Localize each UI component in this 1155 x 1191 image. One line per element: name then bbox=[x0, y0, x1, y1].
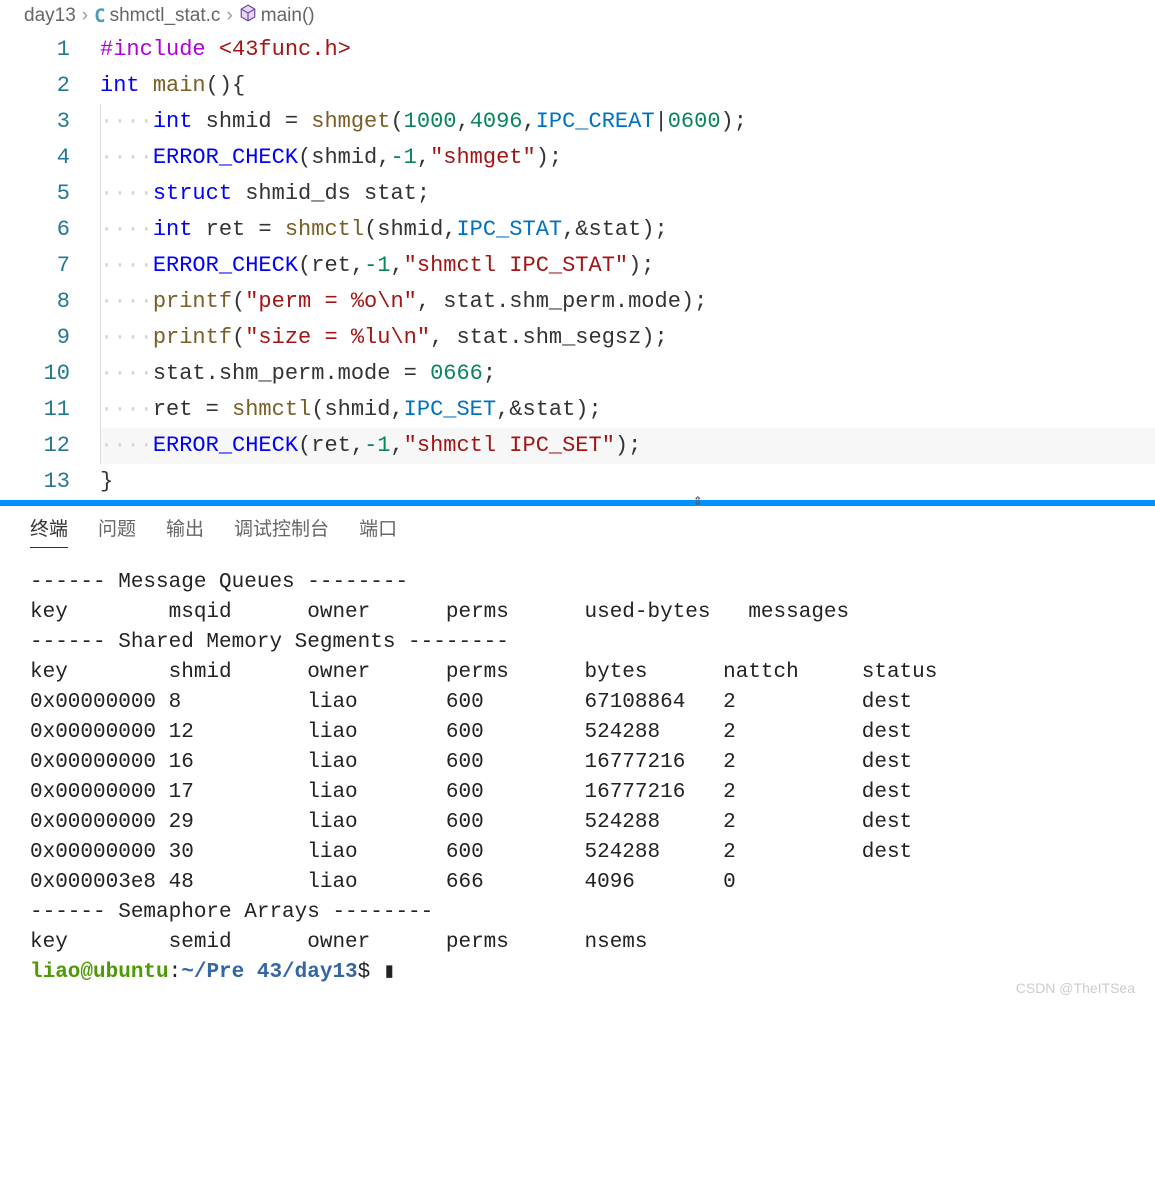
line-number: 5 bbox=[0, 176, 70, 212]
line-number-gutter: 12345678910111213 bbox=[0, 32, 100, 500]
panel-tabs: 终端问题输出调试控制台端口 bbox=[0, 506, 1155, 548]
terminal-line: 0x00000000 12 liao 600 524288 2 dest bbox=[30, 718, 1125, 748]
panel-tab-3[interactable]: 调试控制台 bbox=[234, 514, 329, 548]
breadcrumb-folder[interactable]: day13 bbox=[24, 5, 76, 27]
code-content[interactable]: #include <43func.h>int main(){····int sh… bbox=[100, 32, 1155, 500]
code-line[interactable]: ····ERROR_CHECK(shmid,-1,"shmget"); bbox=[100, 140, 1155, 176]
panel-resize-handle[interactable] bbox=[0, 500, 1155, 506]
terminal-line: key semid owner perms nsems bbox=[30, 928, 1125, 958]
line-number: 8 bbox=[0, 284, 70, 320]
terminal-line: 0x00000000 30 liao 600 524288 2 dest bbox=[30, 838, 1125, 868]
code-line[interactable]: ····int ret = shmctl(shmid,IPC_STAT,&sta… bbox=[100, 212, 1155, 248]
code-line[interactable]: int main(){ bbox=[100, 68, 1155, 104]
terminal-line: 0x00000000 17 liao 600 16777216 2 dest bbox=[30, 778, 1125, 808]
terminal-line: key msqid owner perms used-bytes message… bbox=[30, 598, 1125, 628]
code-line[interactable]: } bbox=[100, 464, 1155, 500]
terminal-line: 0x00000000 29 liao 600 524288 2 dest bbox=[30, 808, 1125, 838]
breadcrumb-separator-icon: › bbox=[82, 5, 88, 27]
terminal-line: ------ Semaphore Arrays -------- bbox=[30, 898, 1125, 928]
line-number: 11 bbox=[0, 392, 70, 428]
code-line[interactable]: ····ERROR_CHECK(ret,-1,"shmctl IPC_SET")… bbox=[100, 428, 1155, 464]
line-number: 10 bbox=[0, 356, 70, 392]
breadcrumb-separator-icon: › bbox=[226, 5, 232, 27]
line-number: 2 bbox=[0, 68, 70, 104]
watermark: CSDN @TheITSea bbox=[0, 980, 1155, 996]
line-number: 13 bbox=[0, 464, 70, 500]
code-editor[interactable]: 12345678910111213 #include <43func.h>int… bbox=[0, 32, 1155, 500]
terminal-output[interactable]: ------ Message Queues --------key msqid … bbox=[0, 548, 1155, 998]
terminal-line: 0x00000000 16 liao 600 16777216 2 dest bbox=[30, 748, 1125, 778]
line-number: 9 bbox=[0, 320, 70, 356]
c-file-icon: C bbox=[94, 5, 105, 27]
terminal-line: 0x000003e8 48 liao 666 4096 0 bbox=[30, 868, 1125, 898]
line-number: 4 bbox=[0, 140, 70, 176]
breadcrumb-symbol[interactable]: main() bbox=[261, 5, 315, 27]
code-line[interactable]: ····stat.shm_perm.mode = 0666; bbox=[100, 356, 1155, 392]
code-line[interactable]: ····int shmid = shmget(1000,4096,IPC_CRE… bbox=[100, 104, 1155, 140]
line-number: 6 bbox=[0, 212, 70, 248]
terminal-line: key shmid owner perms bytes nattch statu… bbox=[30, 658, 1125, 688]
line-number: 12 bbox=[0, 428, 70, 464]
code-line[interactable]: ····printf("perm = %o\n", stat.shm_perm.… bbox=[100, 284, 1155, 320]
code-line[interactable]: ····printf("size = %lu\n", stat.shm_segs… bbox=[100, 320, 1155, 356]
terminal-line: ------ Shared Memory Segments -------- bbox=[30, 628, 1125, 658]
code-line[interactable]: ····struct shmid_ds stat; bbox=[100, 176, 1155, 212]
code-line[interactable]: ····ret = shmctl(shmid,IPC_SET,&stat); bbox=[100, 392, 1155, 428]
terminal-line: ------ Message Queues -------- bbox=[30, 568, 1125, 598]
line-number: 3 bbox=[0, 104, 70, 140]
symbol-method-icon bbox=[239, 4, 257, 28]
code-line[interactable]: #include <43func.h> bbox=[100, 32, 1155, 68]
line-number: 7 bbox=[0, 248, 70, 284]
terminal-line: 0x00000000 8 liao 600 67108864 2 dest bbox=[30, 688, 1125, 718]
code-line[interactable]: ····ERROR_CHECK(ret,-1,"shmctl IPC_STAT"… bbox=[100, 248, 1155, 284]
panel-tab-0[interactable]: 终端 bbox=[30, 514, 68, 548]
breadcrumb-file[interactable]: shmctl_stat.c bbox=[110, 5, 221, 27]
panel-tab-4[interactable]: 端口 bbox=[359, 514, 397, 548]
panel-tab-1[interactable]: 问题 bbox=[98, 514, 136, 548]
line-number: 1 bbox=[0, 32, 70, 68]
breadcrumb: day13 › C shmctl_stat.c › main() bbox=[0, 0, 1155, 32]
panel-tab-2[interactable]: 输出 bbox=[166, 514, 204, 548]
